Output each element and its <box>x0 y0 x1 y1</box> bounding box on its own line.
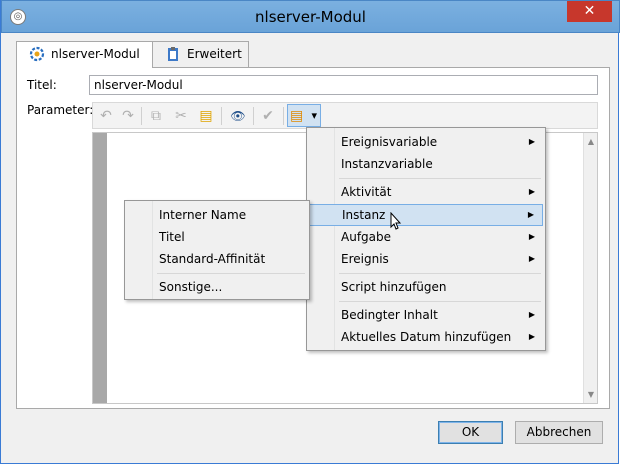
scroll-up-icon[interactable]: ▲ <box>584 137 598 146</box>
submenu-item-titel[interactable]: Titel <box>127 226 307 248</box>
toolbar-separator <box>253 107 254 125</box>
insert-field-button[interactable]: ▤ ▾ <box>287 104 321 127</box>
submenu-arrow-icon: ▶ <box>527 210 534 219</box>
menu-item-label: Ereignisvariable <box>341 135 438 149</box>
titel-input[interactable] <box>89 75 598 95</box>
submenu-arrow-icon: ▶ <box>528 254 535 263</box>
close-button[interactable]: ✕ <box>567 1 612 22</box>
menu-item-label: Ereignis <box>341 252 389 266</box>
editor-toolbar: ↶ ↷ ⧉ ✂ ▤ 👁 ✔ ▤ ▾ <box>92 102 598 129</box>
tab-label: nlserver-Modul <box>51 47 140 61</box>
menu-separator <box>157 273 305 274</box>
menu-item-script-hinzufuegen[interactable]: Script hinzufügen <box>309 276 543 298</box>
binoculars-icon[interactable]: 👁 <box>228 107 248 125</box>
title-bar[interactable]: ◎ nlserver-Modul ✕ <box>1 0 620 33</box>
menu-item-label: Standard-Affinität <box>159 252 266 266</box>
paste-icon[interactable]: ▤ <box>196 107 216 125</box>
menu-separator <box>339 273 541 274</box>
parameter-label: Parameter: <box>27 103 94 117</box>
submenu-item-interner-name[interactable]: Interner Name <box>127 204 307 226</box>
menu-item-ereignisvariable[interactable]: Ereignisvariable ▶ <box>309 131 543 153</box>
editor-scrollbar[interactable]: ▲ ▼ <box>583 133 597 403</box>
gear-icon <box>29 46 45 62</box>
menu-item-bedingter-inhalt[interactable]: Bedingter Inhalt ▶ <box>309 304 543 326</box>
menu-item-aktivitaet[interactable]: Aktivität ▶ <box>309 181 543 203</box>
cancel-button[interactable]: Abbrechen <box>515 421 603 444</box>
tab-erweitert[interactable]: Erweitert <box>152 41 249 67</box>
submenu-arrow-icon: ▶ <box>528 332 535 341</box>
submenu-item-standard-affinitaet[interactable]: Standard-Affinität <box>127 248 307 270</box>
menu-item-label: Aufgabe <box>341 230 392 244</box>
toolbar-separator <box>141 107 142 125</box>
menu-separator <box>339 178 541 179</box>
submenu-arrow-icon: ▶ <box>528 137 535 146</box>
submenu-arrow-icon: ▶ <box>528 187 535 196</box>
menu-item-label: Aktuelles Datum hinzufügen <box>341 330 512 344</box>
menu-item-label: Sonstige... <box>159 280 223 294</box>
scroll-down-icon[interactable]: ▼ <box>584 390 598 399</box>
instanz-submenu: Interner Name Titel Standard-Affinität S… <box>124 200 310 300</box>
insert-context-menu: Ereignisvariable ▶ Instanzvariable Aktivi… <box>306 127 546 351</box>
menu-item-instanzvariable[interactable]: Instanzvariable <box>309 153 543 175</box>
undo-icon[interactable]: ↶ <box>96 107 116 125</box>
insert-field-icon: ▤ <box>290 108 304 124</box>
redo-icon[interactable]: ↷ <box>118 107 138 125</box>
submenu-arrow-icon: ▶ <box>528 232 535 241</box>
menu-item-label: Script hinzufügen <box>341 280 447 294</box>
editor-gutter <box>93 133 107 403</box>
window-title: nlserver-Modul <box>255 8 366 26</box>
tab-nlserver-modul[interactable]: nlserver-Modul <box>16 41 153 68</box>
submenu-arrow-icon: ▶ <box>528 310 535 319</box>
ok-button[interactable]: OK <box>438 421 503 444</box>
toolbar-separator <box>283 107 284 125</box>
close-icon: ✕ <box>583 3 596 19</box>
menu-item-label: Interner Name <box>159 208 247 222</box>
menu-item-label: Instanz <box>342 208 386 222</box>
menu-item-aufgabe[interactable]: Aufgabe ▶ <box>309 226 543 248</box>
tab-label: Erweitert <box>187 47 242 61</box>
menu-separator <box>339 301 541 302</box>
menu-item-label: Instanzvariable <box>341 157 433 171</box>
chevron-down-icon: ▾ <box>311 109 317 122</box>
check-icon[interactable]: ✔ <box>258 107 278 125</box>
cut-icon[interactable]: ✂ <box>171 107 191 125</box>
toolbar-separator <box>221 107 222 125</box>
menu-item-aktuelles-datum[interactable]: Aktuelles Datum hinzufügen ▶ <box>309 326 543 348</box>
menu-item-label: Aktivität <box>341 185 392 199</box>
submenu-item-sonstige[interactable]: Sonstige... <box>127 276 307 298</box>
titel-label: Titel: <box>27 78 57 92</box>
menu-item-label: Titel <box>159 230 185 244</box>
mouse-pointer-icon <box>390 212 402 230</box>
menu-item-ereignis[interactable]: Ereignis ▶ <box>309 248 543 270</box>
copy-icon[interactable]: ⧉ <box>146 107 166 125</box>
menu-item-label: Bedingter Inhalt <box>341 308 438 322</box>
clipboard-icon <box>168 47 178 61</box>
menu-item-instanz[interactable]: Instanz ▶ <box>309 204 543 226</box>
